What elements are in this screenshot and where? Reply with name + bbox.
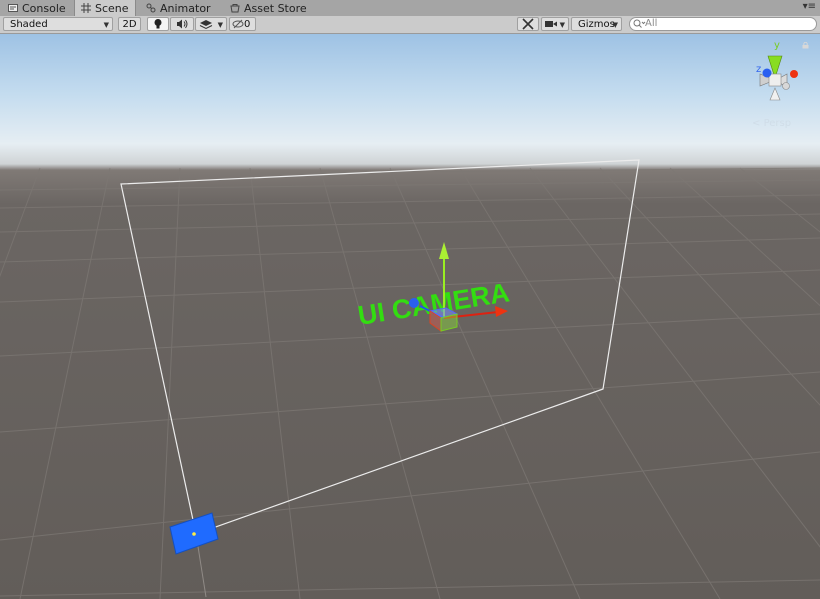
effects-layers-icon <box>199 20 213 30</box>
tab-asset-store-label: Asset Store <box>244 2 307 15</box>
ground-grid <box>0 167 820 599</box>
audio-toggle[interactable] <box>170 17 194 31</box>
projection-mode-label[interactable]: < Persp <box>752 118 791 129</box>
scene-tools-button[interactable] <box>517 17 539 31</box>
gizmos-label: Gizmos <box>578 19 615 30</box>
hidden-objects-toggle[interactable]: 0 <box>229 17 256 31</box>
lighting-toggle[interactable] <box>147 17 169 31</box>
tab-console-label: Console <box>22 2 66 15</box>
tools-crossed-icon <box>522 18 534 30</box>
gizmo-z-cone-icon[interactable] <box>762 68 772 78</box>
chevron-down-icon: ▼ <box>559 21 565 29</box>
y-axis-arrow-icon[interactable] <box>439 242 449 259</box>
scene-viewport[interactable]: UI CAMERA y z < Persp <box>0 34 820 599</box>
asset-store-icon <box>230 4 240 13</box>
gizmo-y-label: y <box>774 40 780 51</box>
speaker-icon <box>177 19 188 29</box>
scene-search-input[interactable]: All <box>629 17 817 31</box>
persp-arrow-icon: < <box>752 118 761 129</box>
tab-animator[interactable]: Animator <box>140 0 217 16</box>
lock-icon[interactable] <box>802 42 809 49</box>
search-placeholder: All <box>645 18 658 29</box>
scene-toolbar: Shaded ▼ 2D ▼ 0 ▼ Gizmos ▼ All <box>0 16 820 34</box>
gizmos-dropdown[interactable]: Gizmos ▼ <box>571 17 622 31</box>
window-menu-icon[interactable]: ▾≡ <box>803 1 816 12</box>
tab-scene-label: Scene <box>95 2 129 15</box>
chevron-down-icon: ▼ <box>217 21 223 29</box>
scene-grid-icon <box>81 3 91 13</box>
animator-icon <box>146 3 156 13</box>
gizmo-z-label: z <box>756 64 761 75</box>
toggle-2d-button[interactable]: 2D <box>118 17 141 31</box>
ui-canvas-outline[interactable] <box>120 159 640 535</box>
effects-dropdown[interactable]: ▼ <box>195 17 227 31</box>
editor-tab-bar: Console Scene Animator Asset Store ▾≡ <box>0 0 820 17</box>
chevron-down-icon: ▼ <box>612 21 618 29</box>
hidden-eye-icon <box>232 19 244 29</box>
tab-animator-label: Animator <box>160 2 211 15</box>
z-axis-arrow-icon[interactable] <box>409 298 419 308</box>
shading-mode-value: Shaded <box>10 19 48 30</box>
projection-mode-text: Persp <box>763 118 792 129</box>
video-camera-icon <box>545 21 557 27</box>
chevron-down-icon: ▼ <box>103 21 109 29</box>
lightbulb-icon <box>154 19 162 29</box>
tab-scene[interactable]: Scene <box>74 0 136 16</box>
shading-mode-dropdown[interactable]: Shaded ▼ <box>3 17 113 31</box>
quad-pivot <box>192 532 196 536</box>
camera-settings-dropdown[interactable]: ▼ <box>541 17 569 31</box>
orientation-gizmo[interactable]: y z <box>756 40 798 101</box>
toggle-2d-label: 2D <box>122 19 137 30</box>
tab-asset-store[interactable]: Asset Store <box>224 0 313 16</box>
search-icon <box>633 19 646 28</box>
gizmo-x-cone-icon[interactable] <box>790 70 798 78</box>
console-icon <box>8 4 18 12</box>
gizmo-center-cube[interactable] <box>768 73 782 87</box>
scene-view-svg: UI CAMERA y z <box>0 40 820 599</box>
tab-console[interactable]: Console <box>2 0 72 16</box>
